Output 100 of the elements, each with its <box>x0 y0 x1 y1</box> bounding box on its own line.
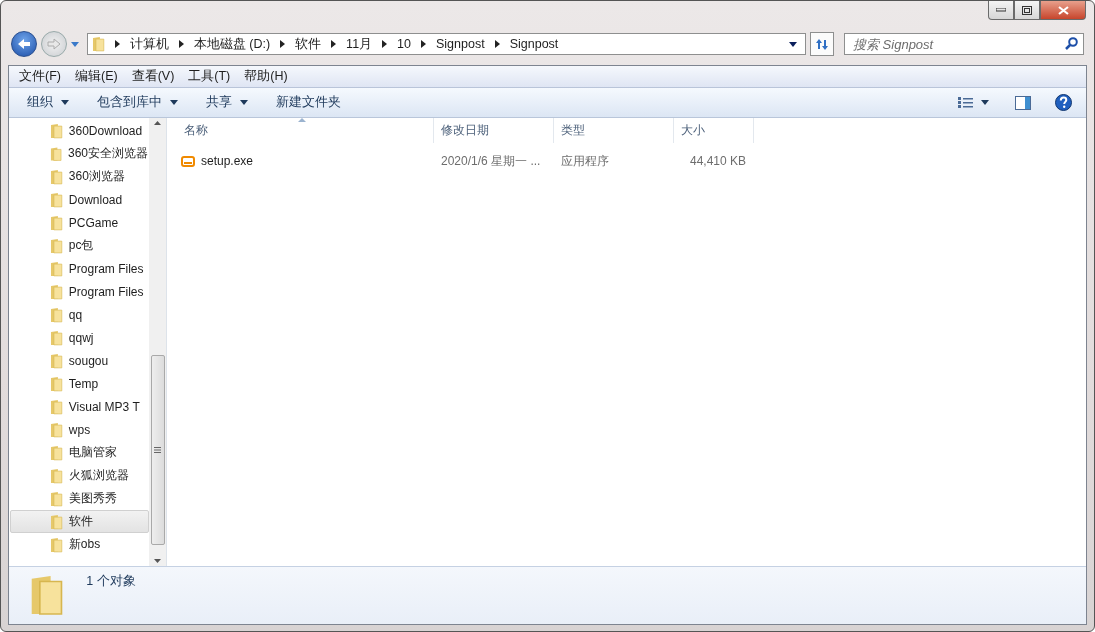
folder-tree-item[interactable]: Download <box>10 188 149 211</box>
refresh-arrows-icon <box>815 37 829 51</box>
scrollbar[interactable] <box>149 118 166 566</box>
chevron-icon <box>421 40 426 48</box>
menu-item[interactable]: 查看(V) <box>125 68 181 85</box>
search-field[interactable]: 搜索 Signpost <box>844 33 1084 55</box>
menu-item[interactable]: 帮助(H) <box>238 68 294 85</box>
menu-item[interactable]: 文件(F) <box>13 68 67 85</box>
folder-tree-item[interactable]: 新obs <box>10 533 149 556</box>
folder-icon <box>50 145 62 162</box>
caret-icon <box>170 100 178 105</box>
chevron-icon <box>331 40 337 48</box>
folder-tree-item[interactable]: qq <box>10 303 149 326</box>
help-icon <box>1055 94 1072 111</box>
application-icon <box>181 155 195 167</box>
folder-tree-item[interactable]: 360安全浏览器 <box>10 142 149 165</box>
toolbar-button[interactable]: 新建文件夹 <box>266 94 351 111</box>
folder-icon <box>50 214 63 231</box>
address-bar[interactable]: 计算机 本地磁盘 (D:) 软件 11月 10 Signpost Signpost <box>87 33 806 55</box>
folder-tree-item[interactable]: pc包 <box>10 234 149 257</box>
folder-icon <box>50 237 63 254</box>
folder-icon <box>50 352 63 369</box>
folder-tree-item[interactable]: 电脑管家 <box>10 441 149 464</box>
back-arrow-icon <box>17 38 31 50</box>
chevron-icon <box>114 40 120 48</box>
folder-tree-item[interactable]: 360Download <box>10 119 149 142</box>
caret-icon <box>61 100 69 105</box>
file-name: setup.exe <box>201 154 254 168</box>
breadcrumb-item[interactable]: Signpost <box>436 37 485 51</box>
folder-tree-item[interactable]: wps <box>10 418 149 441</box>
folder-tree-item[interactable]: Temp <box>10 372 149 395</box>
folder-tree-item[interactable]: Program Files <box>10 280 149 303</box>
caret-icon <box>789 41 797 47</box>
breadcrumb-item[interactable]: 本地磁盘 (D:) <box>193 35 271 53</box>
sort-arrow-icon <box>298 118 306 122</box>
menu-item[interactable]: 编辑(E) <box>68 68 124 85</box>
menu-item[interactable]: 工具(T) <box>182 68 237 85</box>
forward-arrow-icon <box>47 38 61 50</box>
folder-tree-item[interactable]: 360浏览器 <box>10 165 149 188</box>
folder-icon <box>50 513 63 530</box>
date-cell-text: 2020/1/6 星期一 ... <box>440 152 542 170</box>
folder-icon <box>50 260 63 277</box>
caret-icon <box>981 100 989 105</box>
folder-icon <box>50 375 63 392</box>
folder-icon <box>50 191 63 208</box>
file-name-cell[interactable]: setup.exe <box>177 154 434 168</box>
preview-pane-icon <box>1015 95 1031 110</box>
size-cell-text: 44,410 KB <box>688 154 747 168</box>
grip-icon <box>154 447 161 453</box>
toolbar-button[interactable]: 共享 <box>196 94 258 111</box>
maximize-icon <box>1022 5 1032 15</box>
folder-icon <box>50 306 63 323</box>
search-icon <box>1065 37 1078 50</box>
breadcrumb-item[interactable]: 计算机 <box>129 35 169 53</box>
folder-icon <box>50 168 63 185</box>
breadcrumb-item[interactable]: Signpost <box>509 37 559 51</box>
status-text: 1 个对象 <box>86 573 136 590</box>
folder-tree-item[interactable]: 美图秀秀 <box>10 487 149 510</box>
folder-icon <box>50 329 63 346</box>
folder-tree-item[interactable]: sougou <box>10 349 149 372</box>
breadcrumb-item[interactable]: 软件 <box>295 35 322 53</box>
folder-tree-item[interactable]: qqwj <box>10 326 149 349</box>
toolbar-button[interactable]: 包含到库中 <box>87 94 188 111</box>
type-cell-text: 应用程序 <box>560 152 610 170</box>
chevron-icon <box>178 40 184 48</box>
folder-icon <box>50 490 63 507</box>
scroll-down-icon <box>154 559 161 563</box>
chevron-icon <box>382 40 388 48</box>
caret-icon <box>240 100 248 105</box>
close-button[interactable] <box>1040 1 1086 20</box>
toolbar-button[interactable]: 组织 <box>17 94 79 111</box>
minimize-button[interactable] <box>988 1 1014 20</box>
folder-tree-item[interactable]: Visual MP3 T <box>10 395 149 418</box>
caret-icon <box>71 41 79 47</box>
close-icon <box>1057 5 1069 15</box>
refresh-button[interactable] <box>810 32 834 56</box>
minimize-icon <box>996 8 1006 12</box>
scroll-up-icon <box>154 121 161 125</box>
column-header[interactable]: 类型 <box>554 118 674 143</box>
scrollbar-thumb[interactable] <box>150 355 165 545</box>
folder-tree-item[interactable]: 火狐浏览器 <box>10 464 149 487</box>
folder-icon <box>50 536 63 553</box>
details-view-icon <box>958 96 973 109</box>
chevron-icon <box>494 40 500 48</box>
folder-icon <box>50 398 63 415</box>
folder-icon <box>50 444 63 461</box>
folder-tree-item[interactable]: Program Files <box>10 257 149 280</box>
folder-icon <box>50 421 63 438</box>
back-button[interactable] <box>11 31 37 57</box>
column-header[interactable]: 修改日期 <box>434 118 554 143</box>
folder-icon <box>50 122 63 139</box>
folder-tree-item[interactable]: PCGame <box>10 211 149 234</box>
breadcrumb-item[interactable]: 11月 <box>346 35 373 53</box>
large-folder-icon <box>29 573 65 617</box>
folder-icon <box>50 283 63 300</box>
column-header[interactable]: 大小 <box>674 118 754 143</box>
folder-tree-item[interactable]: 软件 <box>10 510 149 533</box>
maximize-button[interactable] <box>1014 1 1040 20</box>
breadcrumb-item[interactable]: 10 <box>397 37 411 51</box>
folder-icon <box>92 36 105 52</box>
